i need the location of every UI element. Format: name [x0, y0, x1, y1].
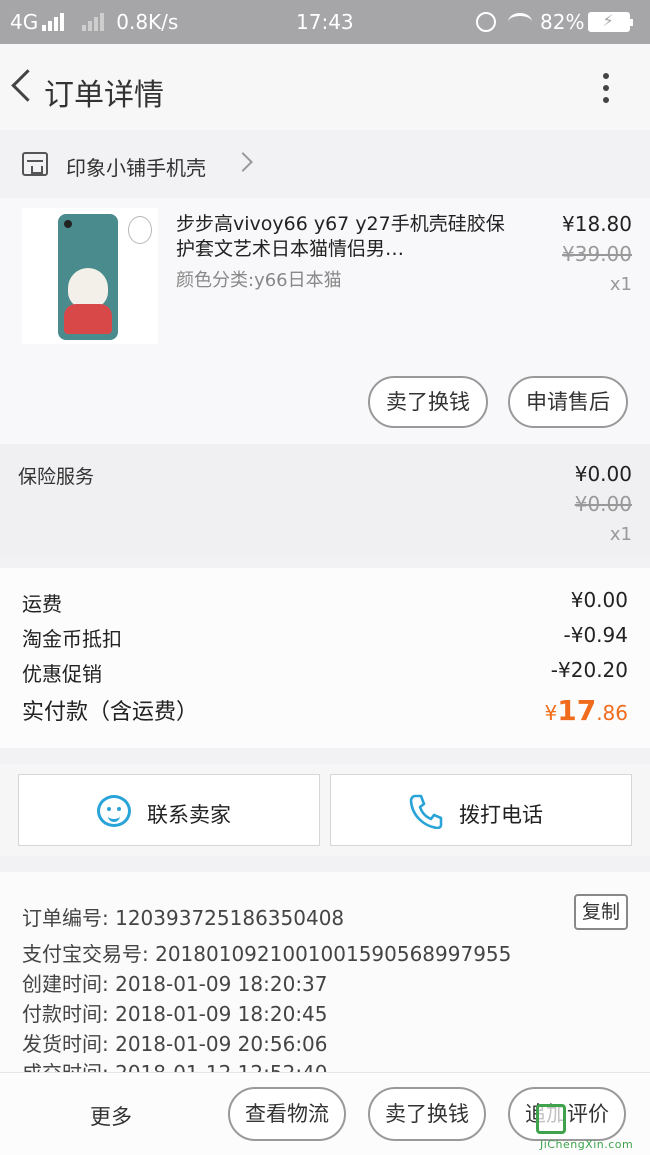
completed-time: 成交时间: 2018-01-12 12:52:40	[22, 1057, 328, 1072]
promo-label: 优惠促销	[22, 662, 102, 686]
more-button[interactable]: 更多	[90, 1101, 132, 1131]
shop-icon	[22, 152, 48, 176]
status-time: 17:43	[296, 10, 354, 34]
phone-case-image	[58, 214, 118, 340]
total-row: 实付款（含运费） ¥17.86	[22, 694, 628, 727]
insurance-label: 保险服务	[18, 466, 95, 488]
cost-summary: 运费 ¥0.00 淘金币抵扣 -¥0.94 优惠促销 -¥20.20 实付款（含…	[0, 568, 650, 748]
shipping-label: 运费	[22, 592, 62, 616]
wifi-icon	[508, 13, 532, 31]
page-title: 订单详情	[44, 78, 164, 113]
product-quantity: x1	[609, 274, 632, 295]
call-button[interactable]: 拨打电话	[330, 774, 632, 846]
chevron-right-icon	[233, 152, 253, 172]
chat-icon	[97, 795, 131, 827]
signal-icon	[42, 13, 65, 31]
total-decimal: .86	[596, 701, 628, 725]
product-variant: 颜色分类:y66日本猫	[176, 270, 342, 291]
signal-2-icon	[82, 13, 105, 31]
site-watermark: JiChengXin.com	[532, 1100, 650, 1155]
order-info: 订单编号: 120393725186350408 复制 支付宝交易号: 2018…	[0, 872, 650, 1072]
watermark-logo-icon	[536, 1104, 566, 1134]
shop-name: 印象小铺手机壳	[66, 156, 206, 180]
battery-icon: ⚡	[588, 11, 634, 32]
sell-button[interactable]: 卖了换钱	[368, 376, 488, 428]
total-label: 实付款（含运费）	[22, 700, 199, 725]
total-value: ¥17.86	[544, 694, 628, 727]
product-price: ¥18.80	[562, 212, 632, 236]
product-card[interactable]: 步步高vivoy66 y67 y27手机壳硅胶保护套文艺术日本猫情侣男… 颜色分…	[0, 198, 650, 444]
total-integer: 17	[557, 694, 597, 727]
clock: 17:43	[296, 10, 354, 34]
insurance-quantity: x1	[609, 524, 632, 545]
shipped-time: 发货时间: 2018-01-09 20:56:06	[22, 1032, 328, 1056]
contact-seller-button[interactable]: 联系卖家	[18, 774, 320, 846]
more-options-icon[interactable]	[592, 70, 620, 106]
promo-row: 优惠促销 -¥20.20	[22, 658, 628, 687]
phone-icon	[409, 794, 443, 829]
coin-value: -¥0.94	[563, 623, 628, 647]
after-sale-button[interactable]: 申请售后	[508, 376, 628, 428]
call-label: 拨打电话	[459, 803, 543, 827]
watermark-text: JiChengXin.com	[540, 1138, 634, 1151]
promo-value: -¥20.20	[550, 658, 628, 682]
alipay-number: 支付宝交易号: 2018010921001001590568997955	[22, 942, 512, 966]
shop-seal-logo	[128, 216, 152, 244]
order-detail-page: 4G 0.8K/s 17:43 82% ⚡ 订单详情 印象小铺手机壳 步步高vi…	[0, 0, 650, 1155]
insurance-row: 保险服务 ¥0.00 ¥0.00 x1	[0, 444, 650, 556]
alarm-icon	[476, 12, 496, 32]
view-logistics-button[interactable]: 查看物流	[228, 1087, 346, 1141]
shipping-value: ¥0.00	[570, 588, 628, 612]
shop-row[interactable]: 印象小铺手机壳	[0, 130, 650, 198]
contact-section: 联系卖家 拨打电话	[0, 764, 650, 856]
back-icon[interactable]	[6, 66, 36, 106]
product-title[interactable]: 步步高vivoy66 y67 y27手机壳硅胶保护套文艺术日本猫情侣男…	[176, 212, 516, 262]
product-original-price: ¥39.00	[562, 242, 632, 266]
network-speed: 0.8K/s	[116, 10, 179, 34]
copy-button[interactable]: 复制	[574, 894, 628, 930]
order-number: 订单编号: 120393725186350408	[22, 906, 345, 930]
network-type: 4G	[10, 10, 39, 34]
coin-label: 淘金币抵扣	[22, 627, 122, 651]
signal-group: 4G 0.8K/s	[10, 10, 178, 34]
status-right-group: 82% ⚡	[476, 10, 634, 34]
total-currency: ¥	[544, 701, 558, 725]
contact-seller-label: 联系卖家	[147, 803, 231, 827]
sell-bottom-button[interactable]: 卖了换钱	[368, 1087, 486, 1141]
insurance-original-price: ¥0.00	[574, 492, 632, 516]
status-bar: 4G 0.8K/s 17:43 82% ⚡	[0, 0, 650, 44]
insurance-price: ¥0.00	[574, 462, 632, 486]
shipping-row: 运费 ¥0.00	[22, 588, 628, 617]
battery-percent: 82%	[540, 10, 585, 34]
product-thumbnail[interactable]	[22, 208, 158, 344]
nav-header: 订单详情	[0, 44, 650, 130]
created-time: 创建时间: 2018-01-09 18:20:37	[22, 972, 328, 996]
paid-time: 付款时间: 2018-01-09 18:20:45	[22, 1002, 328, 1026]
coin-row: 淘金币抵扣 -¥0.94	[22, 623, 628, 652]
